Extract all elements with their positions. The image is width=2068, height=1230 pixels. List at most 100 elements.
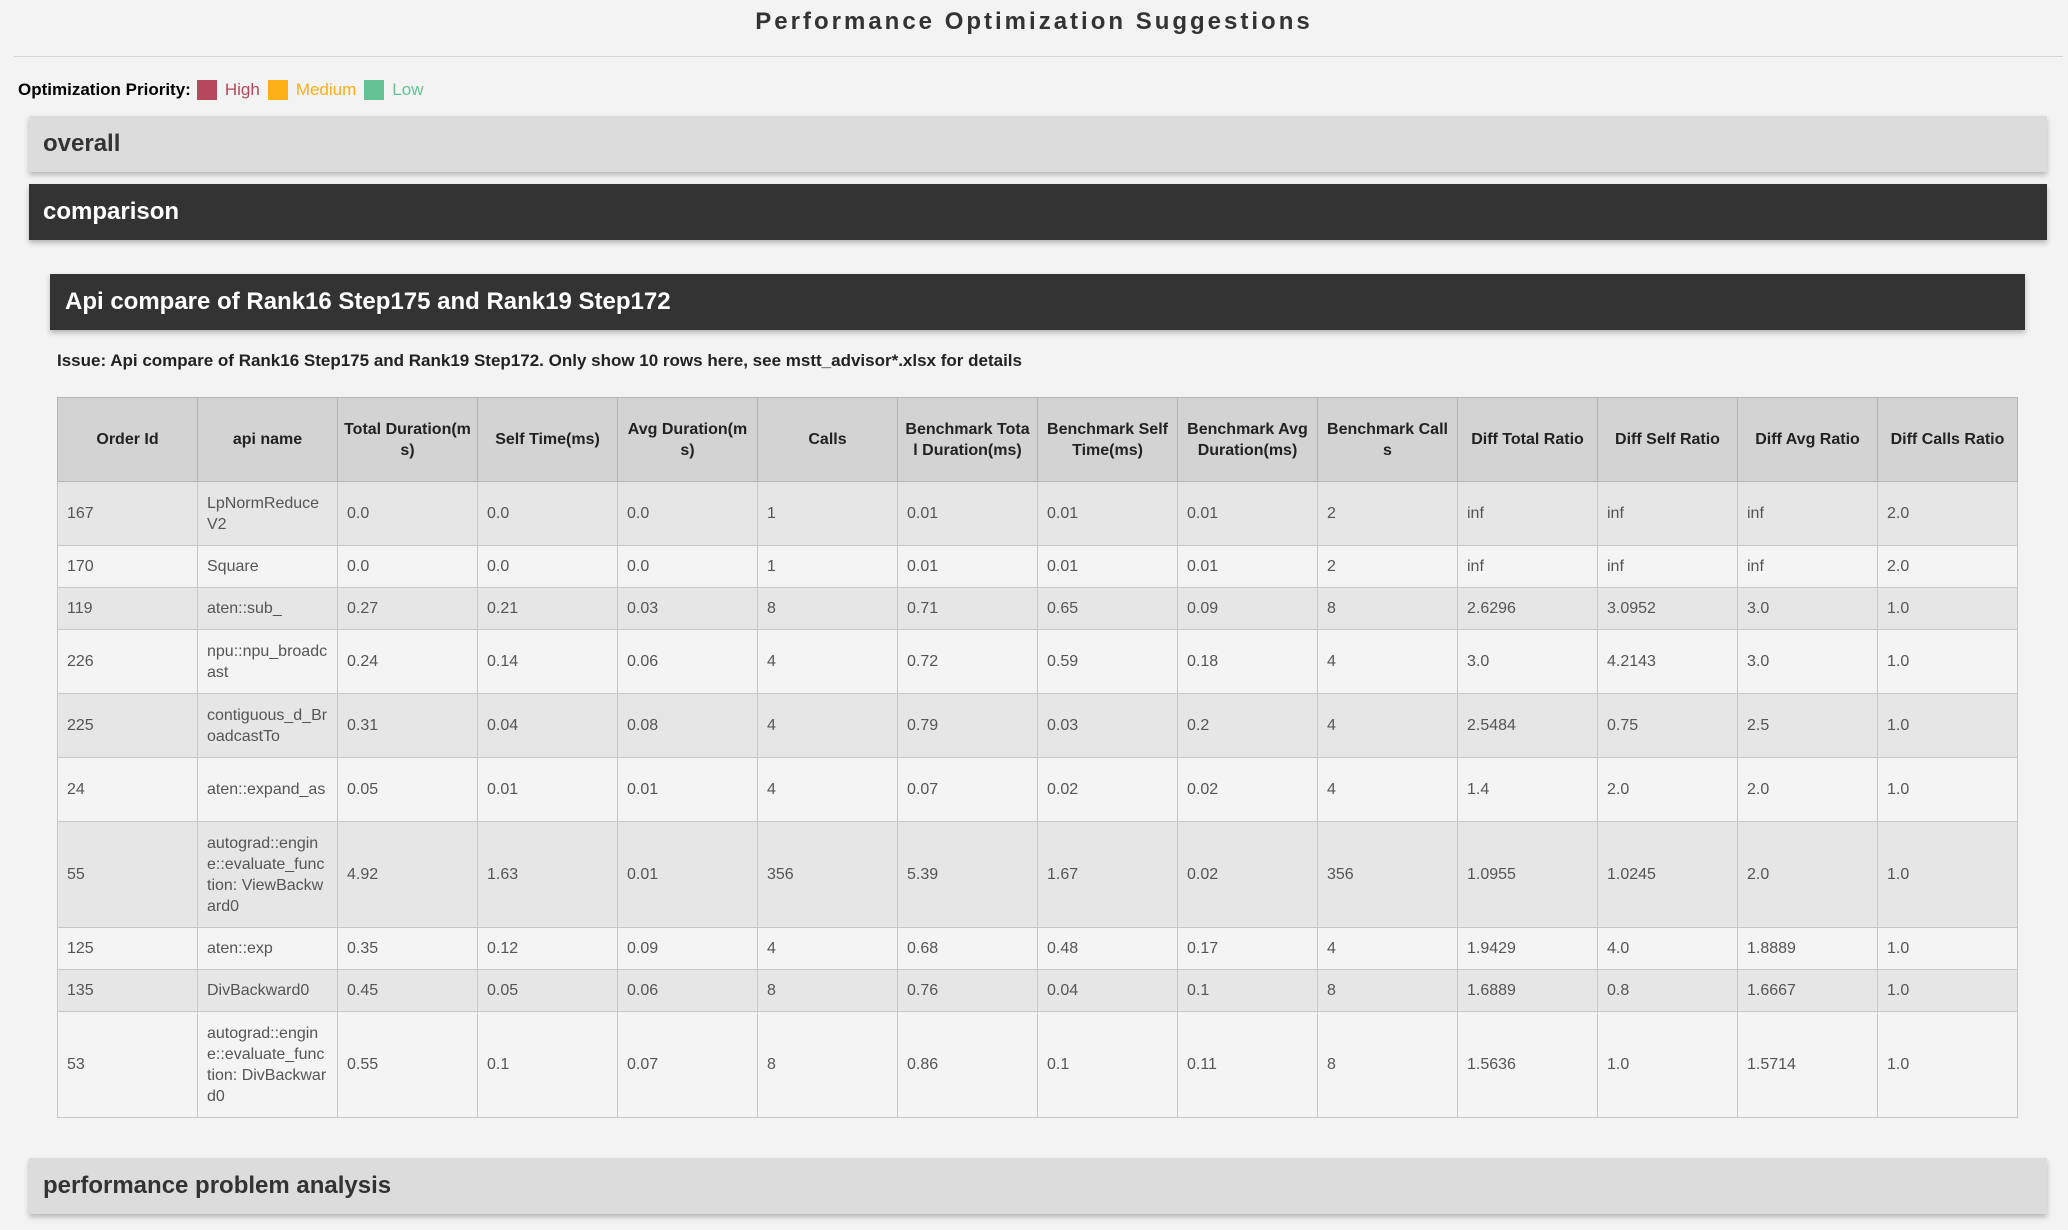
column-header: Benchmark Self Time(ms)	[1037, 397, 1178, 482]
table-cell: 1.0	[1597, 1011, 1738, 1118]
table-cell: 1	[757, 481, 898, 546]
table-cell: 4.0	[1597, 927, 1738, 970]
table-row: 125 aten::exp 0.35 0.12 0.09 4 0.68 0.48 0.17 4 1.…	[57, 927, 2018, 970]
table-cell: 0.02	[1177, 757, 1318, 822]
table-cell: 0.1	[1177, 969, 1318, 1012]
table-cell: 1.0	[1877, 821, 2018, 928]
table-cell: 0.27	[337, 587, 478, 630]
table-cell: 356	[1317, 821, 1458, 928]
table-cell: 0.01	[1037, 481, 1178, 546]
table-cell: 0.0	[617, 481, 758, 546]
table-body: 167 LpNormReduceV2 0.0 0.0 0.0 1 0.01 0.01 0.01 2…	[57, 481, 2018, 1118]
table-cell: 1.9429	[1457, 927, 1598, 970]
column-header: Calls	[757, 397, 898, 482]
table-cell: 2.0	[1877, 481, 2018, 546]
table-cell: 0.2	[1177, 693, 1318, 758]
table-cell: autograd::engine::evaluate_function: Vie…	[197, 821, 338, 928]
table-cell: 0.18	[1177, 629, 1318, 694]
table-cell: 1.0	[1877, 693, 2018, 758]
table-cell: 0.14	[477, 629, 618, 694]
column-header: Order Id	[57, 397, 198, 482]
table-cell: 8	[1317, 1011, 1458, 1118]
table-cell: 0.8	[1597, 969, 1738, 1012]
table-header-row: Order Id api name Total Duration(ms) Self T…	[57, 397, 2018, 482]
medium-priority-swatch	[267, 80, 288, 100]
table-cell: DivBackward0	[197, 969, 338, 1012]
table-cell: 0.76	[897, 969, 1038, 1012]
table-cell: 4	[757, 629, 898, 694]
high-priority-label: High	[224, 80, 260, 99]
table-row: 226 npu::npu_broadcast 0.24 0.14 0.06 4 0.72 0.…	[57, 629, 2018, 694]
table-cell: 356	[757, 821, 898, 928]
table-cell: 0.0	[477, 481, 618, 546]
table-cell: 2.0	[1597, 757, 1738, 822]
table-cell: 8	[757, 1011, 898, 1118]
table-cell: aten::sub_	[197, 587, 338, 630]
table-cell: 1.0245	[1597, 821, 1738, 928]
table-cell: 1.0955	[1457, 821, 1598, 928]
column-header: Avg Duration(ms)	[617, 397, 758, 482]
table-cell: 2.5	[1737, 693, 1878, 758]
table-cell: 226	[57, 629, 198, 694]
priority-label: Optimization Priority:	[18, 80, 191, 99]
api-compare-table: Order Id api name Total Duration(ms) Self T…	[57, 397, 2018, 1118]
table-cell: 8	[757, 587, 898, 630]
table-cell: 0.31	[337, 693, 478, 758]
table-cell: 0.68	[897, 927, 1038, 970]
section-performance-analysis-header[interactable]: performance problem analysis	[29, 1158, 2047, 1214]
table-cell: 1.5714	[1737, 1011, 1878, 1118]
table-cell: aten::exp	[197, 927, 338, 970]
column-header: Benchmark Total Duration(ms)	[897, 397, 1038, 482]
table-cell: 0.24	[337, 629, 478, 694]
table-cell: 1.63	[477, 821, 618, 928]
section-comparison-header[interactable]: comparison	[29, 184, 2047, 240]
table-cell: 0.75	[1597, 693, 1738, 758]
table-cell: 0.01	[477, 757, 618, 822]
table-cell: contiguous_d_BroadcastTo	[197, 693, 338, 758]
table-cell: 0.06	[617, 969, 758, 1012]
table-row: 225 contiguous_d_BroadcastTo 0.31 0.04 0.08 4…	[57, 693, 2018, 758]
api-compare-header[interactable]: Api compare of Rank16 Step175 and Rank19…	[50, 274, 2025, 330]
table-cell: 135	[57, 969, 198, 1012]
table-cell: 125	[57, 927, 198, 970]
table-cell: 0.01	[897, 481, 1038, 546]
table-cell: 167	[57, 481, 198, 546]
table-row: 119 aten::sub_ 0.27 0.21 0.03 8 0.71 0.65 0.09 8 2…	[57, 587, 2018, 630]
table-cell: 0.01	[897, 545, 1038, 588]
table-cell: Square	[197, 545, 338, 588]
table-cell: 0.86	[897, 1011, 1038, 1118]
table-cell: 0.07	[897, 757, 1038, 822]
high-priority-swatch	[196, 80, 217, 100]
table-cell: 2.5484	[1457, 693, 1598, 758]
table-cell: 0.0	[337, 545, 478, 588]
table-cell: 0.09	[617, 927, 758, 970]
table-cell: 0.71	[897, 587, 1038, 630]
table-cell: 0.05	[477, 969, 618, 1012]
table-cell: 0.17	[1177, 927, 1318, 970]
table-cell: 170	[57, 545, 198, 588]
table-cell: 4	[1317, 757, 1458, 822]
table-cell: 0.0	[617, 545, 758, 588]
table-row: 167 LpNormReduceV2 0.0 0.0 0.0 1 0.01 0.01 0.01 2…	[57, 481, 2018, 546]
priority-legend: Optimization Priority: High Medium Low	[18, 78, 431, 102]
table-cell: inf	[1597, 481, 1738, 546]
low-priority-label: Low	[392, 80, 424, 99]
table-cell: 0.06	[617, 629, 758, 694]
section-overall-header[interactable]: overall	[29, 116, 2047, 172]
table-cell: 0.11	[1177, 1011, 1318, 1118]
table-cell: 2	[1317, 481, 1458, 546]
table-cell: 1.4	[1457, 757, 1598, 822]
table-cell: 0.0	[337, 481, 478, 546]
column-header: api name	[197, 397, 338, 482]
table-cell: 1.0	[1877, 969, 2018, 1012]
table-cell: 4.92	[337, 821, 478, 928]
table-cell: aten::expand_as	[197, 757, 338, 822]
table-cell: 0.07	[617, 1011, 758, 1118]
title-divider	[14, 56, 2063, 57]
table-cell: inf	[1457, 545, 1598, 588]
table-cell: 0.1	[1037, 1011, 1178, 1118]
table-cell: 0.03	[617, 587, 758, 630]
table-cell: LpNormReduceV2	[197, 481, 338, 546]
table-row: 135 DivBackward0 0.45 0.05 0.06 8 0.76 0.04 0.1 8…	[57, 969, 2018, 1012]
table-cell: 3.0	[1457, 629, 1598, 694]
